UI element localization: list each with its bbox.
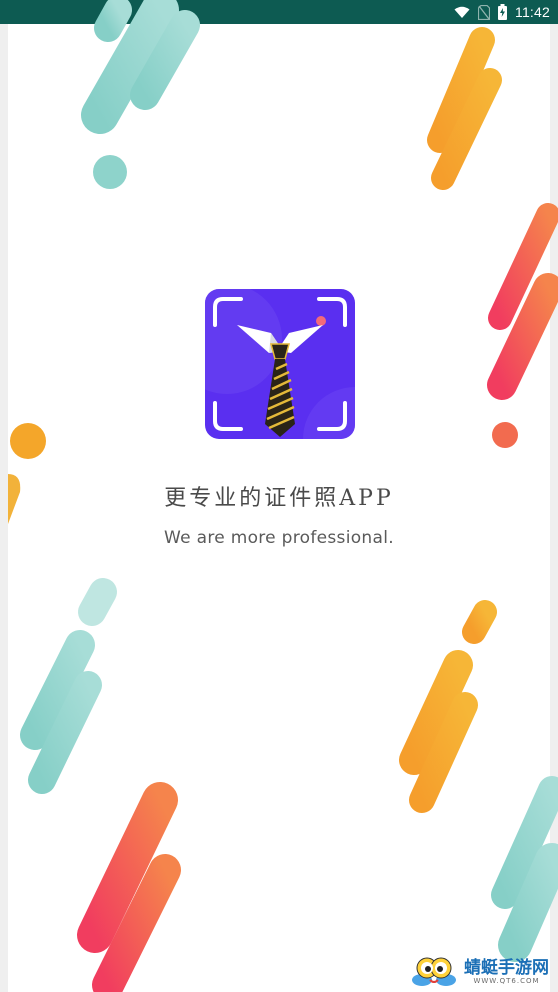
app-logo-icon bbox=[205, 289, 355, 439]
watermark: 蜻蜓手游网 WWW.QT6.COM bbox=[410, 954, 555, 990]
status-bar: 11:42 bbox=[0, 0, 558, 24]
deco-teal-dot bbox=[93, 155, 127, 189]
status-icons: 11:42 bbox=[454, 0, 550, 24]
deco-red-bottom bbox=[77, 782, 181, 992]
dragonfly-mascot-icon bbox=[412, 957, 456, 986]
no-sim-icon bbox=[478, 4, 490, 20]
deco-red-dot bbox=[492, 422, 518, 448]
app-slogan: We are more professional. bbox=[164, 528, 394, 548]
status-time: 11:42 bbox=[515, 4, 550, 20]
deco-teal-bottom-right bbox=[491, 776, 558, 962]
splash-screen: 11:42 更专业的证件照APP We are more professiona… bbox=[0, 0, 558, 992]
watermark-url: WWW.QT6.COM bbox=[473, 976, 540, 985]
deco-orange-dot bbox=[10, 423, 46, 459]
deco-red-right bbox=[487, 203, 558, 400]
wifi-icon bbox=[454, 6, 470, 18]
watermark-text-group: 蜻蜓手游网 WWW.QT6.COM bbox=[464, 957, 549, 985]
deco-orange-top bbox=[427, 27, 502, 190]
deco-orange-bottom bbox=[399, 600, 497, 813]
app-title: 更专业的证件照APP bbox=[164, 486, 394, 511]
battery-charging-icon bbox=[498, 4, 507, 20]
deco-teal-left bbox=[20, 578, 117, 794]
deco-teal-top bbox=[81, 0, 200, 134]
watermark-text: 蜻蜓手游网 bbox=[464, 957, 549, 978]
